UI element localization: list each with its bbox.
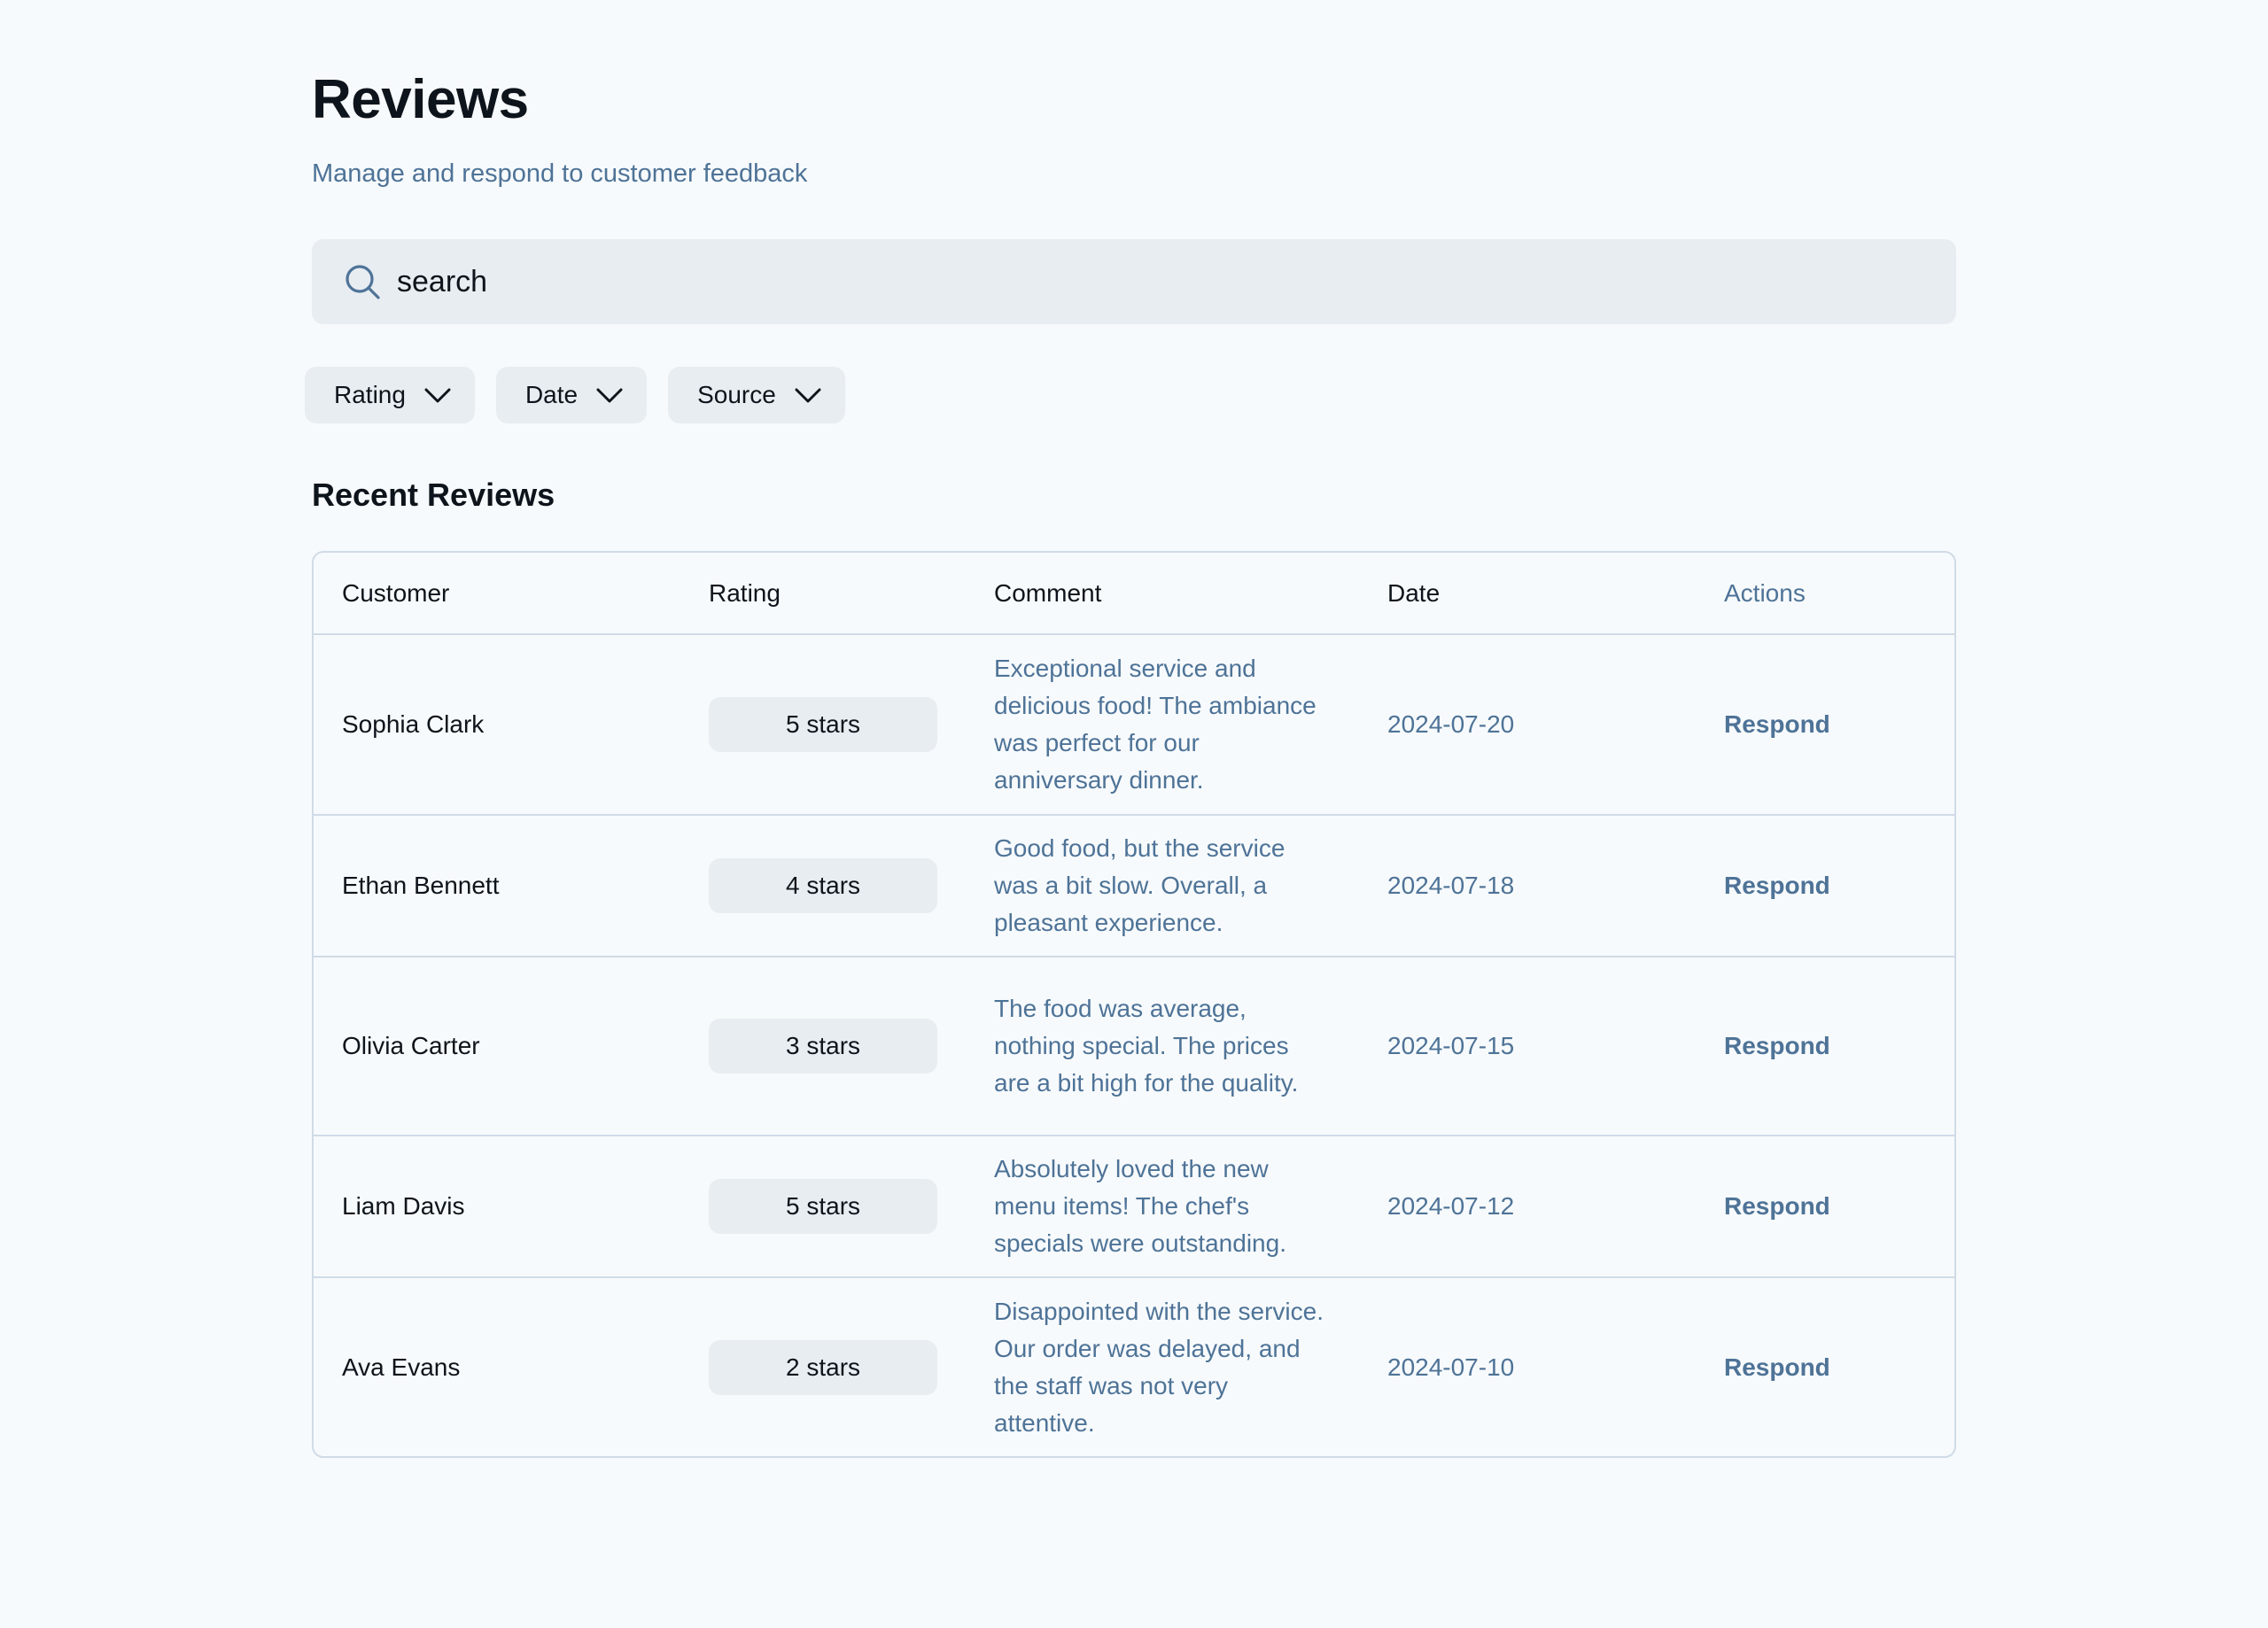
rating-cell: 3 stars [680,956,966,1136]
customer-name: Ava Evans [314,1276,680,1456]
main-content: Reviews Manage and respond to customer f… [305,62,1956,1458]
chevron-down-icon [794,381,822,409]
rating-cell: 4 stars [680,814,966,957]
chevron-down-icon [423,381,452,409]
filter-source-dropdown[interactable]: Source [668,367,845,423]
actions-cell: Respond [1696,814,1954,957]
review-comment: The food was average, nothing special. T… [966,956,1359,1136]
search-bar[interactable] [312,239,1956,324]
table-row: Olivia Carter 3 stars The food was avera… [314,956,1954,1136]
page-title: Reviews [312,69,529,130]
review-date: 2024-07-10 [1359,1276,1696,1456]
search-input[interactable] [397,255,1814,308]
actions-cell: Respond [1696,633,1954,815]
rating-badge: 3 stars [709,1019,937,1074]
customer-name: Liam Davis [314,1135,680,1277]
respond-button[interactable]: Respond [1724,1192,1830,1220]
respond-button[interactable]: Respond [1724,1032,1830,1059]
actions-cell: Respond [1696,1135,1954,1277]
respond-button[interactable]: Respond [1724,1353,1830,1381]
review-comment: Good food, but the service was a bit slo… [966,814,1359,957]
actions-cell: Respond [1696,1276,1954,1456]
review-date: 2024-07-20 [1359,633,1696,815]
rating-cell: 5 stars [680,1135,966,1277]
column-header-date: Date [1387,578,1441,607]
page-subtitle: Manage and respond to customer feedback [312,159,808,188]
review-date: 2024-07-18 [1359,814,1696,957]
rating-cell: 2 stars [680,1276,966,1456]
section-title: Recent Reviews [312,477,555,513]
customer-name: Sophia Clark [314,633,680,815]
filter-date-dropdown[interactable]: Date [495,367,648,423]
review-comment: Disappointed with the service. Our order… [966,1276,1359,1456]
reviews-page: Reviews Manage and respond to customer f… [0,0,2268,1628]
filter-rating-dropdown[interactable]: Rating [305,367,475,423]
review-comment: Exceptional service and delicious food! … [966,633,1359,815]
search-icon [342,261,383,302]
rating-cell: 5 stars [680,633,966,815]
respond-button[interactable]: Respond [1724,710,1830,738]
table-row: Liam Davis 5 stars Absolutely loved the … [314,1135,1954,1277]
table-row: Ethan Bennett 4 stars Good food, but the… [314,814,1954,957]
rating-badge: 4 stars [709,858,937,913]
table-row: Ava Evans 2 stars Disappointed with the … [314,1276,1954,1456]
filter-source-label: Source [697,381,776,408]
column-header-rating: Rating [709,578,781,607]
review-comment: Absolutely loved the new menu items! The… [966,1135,1359,1277]
customer-name: Olivia Carter [314,956,680,1136]
customer-name: Ethan Bennett [314,814,680,957]
respond-button[interactable]: Respond [1724,872,1830,899]
chevron-down-icon [595,381,624,409]
column-header-comment: Comment [994,578,1102,607]
actions-cell: Respond [1696,956,1954,1136]
filter-date-label: Date [524,381,579,408]
column-header-actions: Actions [1724,578,1806,607]
column-header-customer: Customer [342,578,450,607]
rating-badge: 5 stars [709,697,937,752]
reviews-table: Customer Rating Comment Date Actions Sop… [312,551,1956,1458]
filter-bar: Rating Date Source [305,367,1956,423]
table-header-row: Customer Rating Comment Date Actions [314,553,1954,634]
filter-rating-label: Rating [334,381,406,408]
table-row: Sophia Clark 5 stars Exceptional service… [314,633,1954,815]
review-date: 2024-07-15 [1359,956,1696,1136]
rating-badge: 5 stars [709,1179,937,1234]
rating-badge: 2 stars [709,1339,937,1395]
review-date: 2024-07-12 [1359,1135,1696,1277]
